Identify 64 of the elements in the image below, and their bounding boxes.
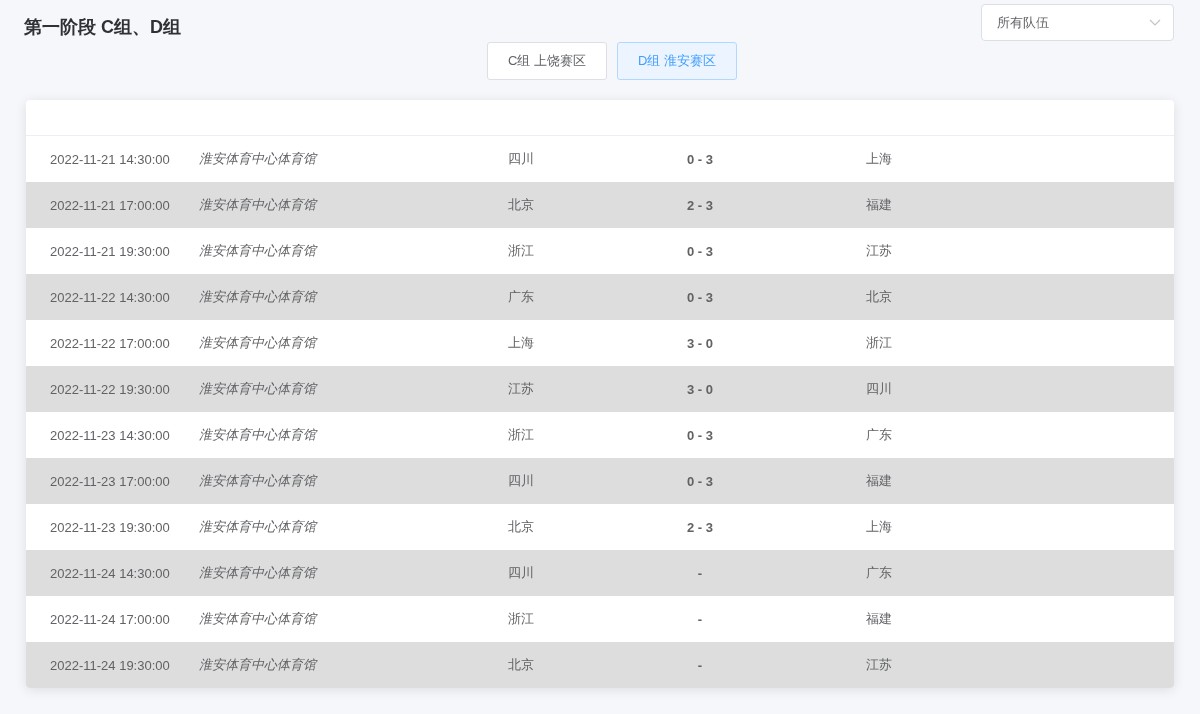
away-team: 福建 [866,610,893,628]
match-time: 2022-11-23 17:00:00 [50,473,171,489]
match-score: 2 - 3 [686,519,714,535]
match-score: 0 - 3 [686,243,714,259]
home-team: 四川 [508,564,535,582]
match-score: - [696,657,704,673]
home-team: 四川 [508,150,535,168]
match-venue: 淮安体育中心体育馆 [199,288,319,306]
away-team: 上海 [866,518,893,536]
away-team: 上海 [866,150,893,168]
match-venue: 淮安体育中心体育馆 [199,334,319,352]
away-team: 广东 [866,426,893,444]
home-team: 北京 [508,196,535,214]
match-time: 2022-11-21 19:30:00 [50,243,171,259]
match-venue: 淮安体育中心体育馆 [199,426,319,444]
away-team: 北京 [866,288,893,306]
away-team: 广东 [866,564,893,582]
match-venue: 淮安体育中心体育馆 [199,656,319,674]
match-venue: 淮安体育中心体育馆 [199,196,319,214]
away-team: 江苏 [866,242,893,260]
team-select[interactable]: 所有队伍 [981,4,1174,41]
match-time: 2022-11-22 14:30:00 [50,289,171,305]
home-team: 四川 [508,472,535,490]
match-venue: 淮安体育中心体育馆 [199,472,319,490]
away-team: 四川 [866,380,893,398]
home-team: 浙江 [508,242,535,260]
match-score: 0 - 3 [686,289,714,305]
match-time: 2022-11-22 17:00:00 [50,335,171,351]
match-venue: 淮安体育中心体育馆 [199,150,319,168]
home-team: 北京 [508,518,535,536]
match-time: 2022-11-24 14:30:00 [50,565,171,581]
home-team: 上海 [508,334,535,352]
match-time: 2022-11-21 17:00:00 [50,197,171,213]
match-score: 2 - 3 [686,197,714,213]
match-time: 2022-11-21 14:30:00 [50,151,171,167]
match-time: 2022-11-22 19:30:00 [50,381,171,397]
match-score: 0 - 3 [686,427,714,443]
away-team: 福建 [866,196,893,214]
match-time: 2022-11-23 19:30:00 [50,519,171,535]
match-time: 2022-11-23 14:30:00 [50,427,171,443]
match-score: 3 - 0 [686,381,714,397]
home-team: 浙江 [508,610,535,628]
match-score: - [696,565,704,581]
match-venue: 淮安体育中心体育馆 [199,564,319,582]
match-venue: 淮安体育中心体育馆 [199,242,319,260]
match-venue: 淮安体育中心体育馆 [199,610,319,628]
region-tab[interactable]: C组 上饶赛区 [487,42,607,80]
home-team: 浙江 [508,426,535,444]
home-team: 北京 [508,656,535,674]
match-time: 2022-11-24 19:30:00 [50,657,171,673]
match-score: 0 - 3 [686,473,714,489]
home-team: 江苏 [508,380,535,398]
away-team: 福建 [866,472,893,490]
match-score: 0 - 3 [686,151,714,167]
match-time: 2022-11-24 17:00:00 [50,611,171,627]
match-score: 3 - 0 [686,335,714,351]
page-title: 第一阶段 C组、D组 [24,16,181,39]
away-team: 江苏 [866,656,893,674]
chevron-down-icon [1149,18,1161,27]
home-team: 广东 [508,288,535,306]
away-team: 浙江 [866,334,893,352]
match-venue: 淮安体育中心体育馆 [199,380,319,398]
match-venue: 淮安体育中心体育馆 [199,518,319,536]
match-score: - [696,611,704,627]
